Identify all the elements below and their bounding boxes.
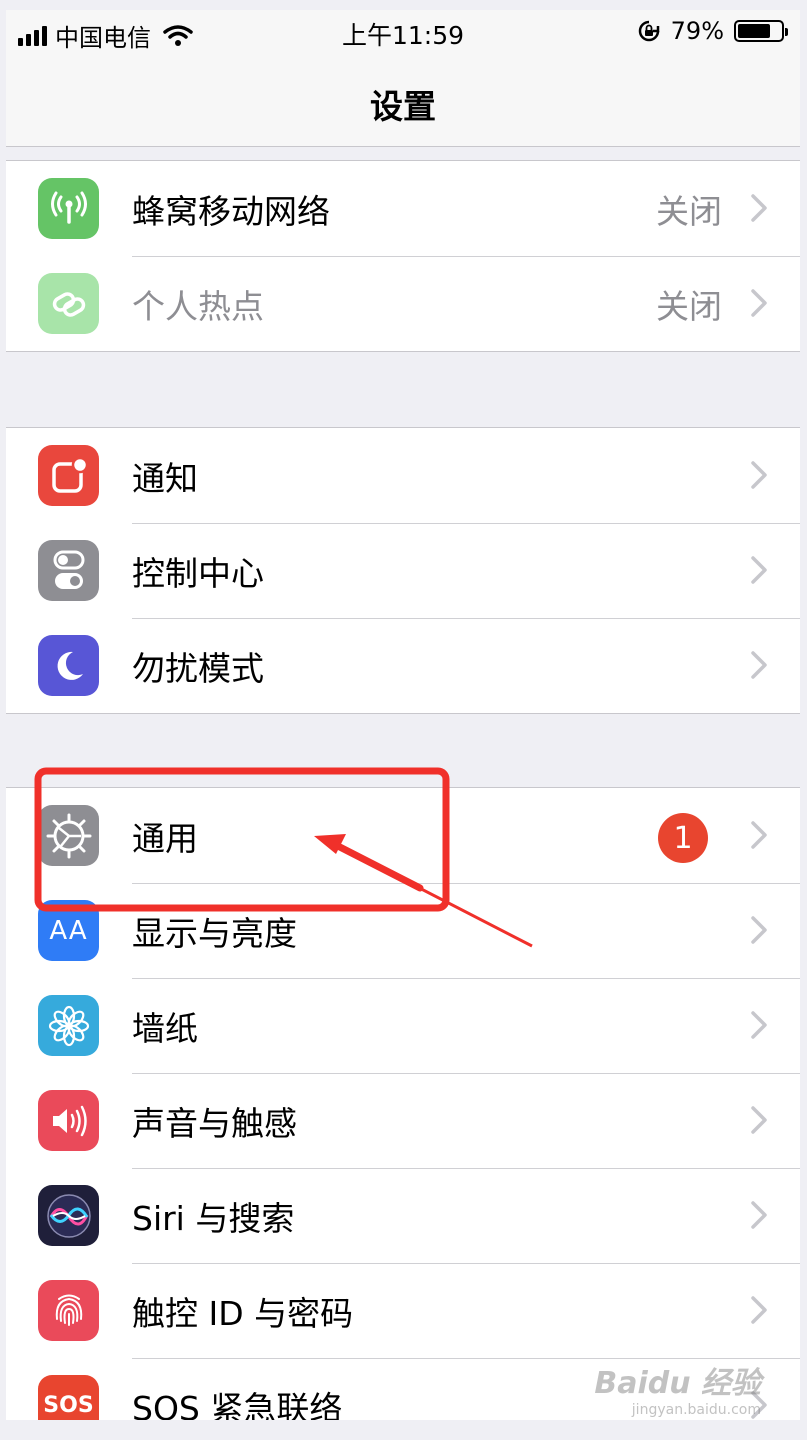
chevron-right-icon <box>751 916 767 944</box>
rotation-lock-icon <box>638 20 659 42</box>
sos-icon: SOS <box>38 1375 99 1420</box>
row-label: 显示与亮度 <box>132 913 297 953</box>
chevron-right-icon <box>751 1296 767 1324</box>
row-sounds-haptics[interactable]: 声音与触感 <box>6 1073 800 1168</box>
chevron-right-icon <box>751 289 767 317</box>
update-badge: 1 <box>658 813 708 863</box>
row-do-not-disturb[interactable]: 勿扰模式 <box>6 618 800 713</box>
watermark-url: jingyan.baidu.com <box>631 1402 761 1418</box>
row-label: 蜂窝移动网络 <box>132 191 330 231</box>
watermark-brand: Baidu 经验 <box>594 1366 761 1401</box>
gear-icon <box>38 805 99 866</box>
row-general[interactable]: 通用 1 <box>6 788 800 883</box>
page-title: 设置 <box>370 87 436 126</box>
row-display-brightness[interactable]: AA 显示与亮度 <box>6 883 800 978</box>
row-label: 声音与触感 <box>132 1103 297 1143</box>
baidu-watermark: Baidu 经验 jingyan.baidu.com <box>594 1358 761 1418</box>
row-detail: 关闭 <box>656 191 722 231</box>
status-bar: 中国电信 上午11:59 79% <box>6 10 800 54</box>
row-cellular[interactable]: 蜂窝移动网络 关闭 <box>6 161 800 256</box>
hotspot-link-icon <box>38 273 99 334</box>
row-siri-search[interactable]: Siri 与搜索 <box>6 1168 800 1263</box>
settings-group-network: 蜂窝移动网络 关闭 个人热点 关闭 <box>6 160 800 352</box>
row-label: 通用 <box>132 818 198 858</box>
chevron-right-icon <box>751 1011 767 1039</box>
text-size-icon: AA <box>38 900 99 961</box>
row-control-center[interactable]: 控制中心 <box>6 523 800 618</box>
row-label: 勿扰模式 <box>132 648 264 688</box>
row-label: 控制中心 <box>132 553 264 593</box>
chevron-right-icon <box>751 556 767 584</box>
row-hotspot[interactable]: 个人热点 关闭 <box>6 256 800 351</box>
siri-icon <box>38 1185 99 1246</box>
row-label: 墙纸 <box>132 1008 198 1048</box>
fingerprint-icon <box>38 1280 99 1341</box>
navigation-bar: 设置 <box>6 54 800 147</box>
row-label: 触控 ID 与密码 <box>132 1293 354 1333</box>
chevron-right-icon <box>751 1106 767 1134</box>
row-label: Siri 与搜索 <box>132 1198 295 1238</box>
battery-percent: 79% <box>670 17 724 45</box>
chevron-right-icon <box>751 461 767 489</box>
chevron-right-icon <box>751 1201 767 1229</box>
chevron-right-icon <box>751 821 767 849</box>
control-center-icon <box>38 540 99 601</box>
battery-icon <box>734 20 788 42</box>
row-notifications[interactable]: 通知 <box>6 428 800 523</box>
chevron-right-icon <box>751 651 767 679</box>
row-touch-id-passcode[interactable]: 触控 ID 与密码 <box>6 1263 800 1358</box>
moon-icon <box>38 635 99 696</box>
row-label: 通知 <box>132 458 198 498</box>
settings-screen: 中国电信 上午11:59 79% 设置 蜂窝移动网络 关闭 个人热点 关闭 通知… <box>6 10 800 1420</box>
row-label: 个人热点 <box>132 286 264 326</box>
speaker-icon <box>38 1090 99 1151</box>
notifications-icon <box>38 445 99 506</box>
settings-group-notifications: 通知 控制中心 勿扰模式 <box>6 427 800 714</box>
row-detail: 关闭 <box>656 286 722 326</box>
settings-group-general: 通用 1 AA 显示与亮度 墙纸 声音与触感 Siri 与搜索 触控 ID 与密… <box>6 787 800 1420</box>
flower-icon <box>38 995 99 1056</box>
chevron-right-icon <box>751 194 767 222</box>
antenna-icon <box>38 178 99 239</box>
row-label: SOS 紧急联络 <box>132 1388 343 1421</box>
row-wallpaper[interactable]: 墙纸 <box>6 978 800 1073</box>
